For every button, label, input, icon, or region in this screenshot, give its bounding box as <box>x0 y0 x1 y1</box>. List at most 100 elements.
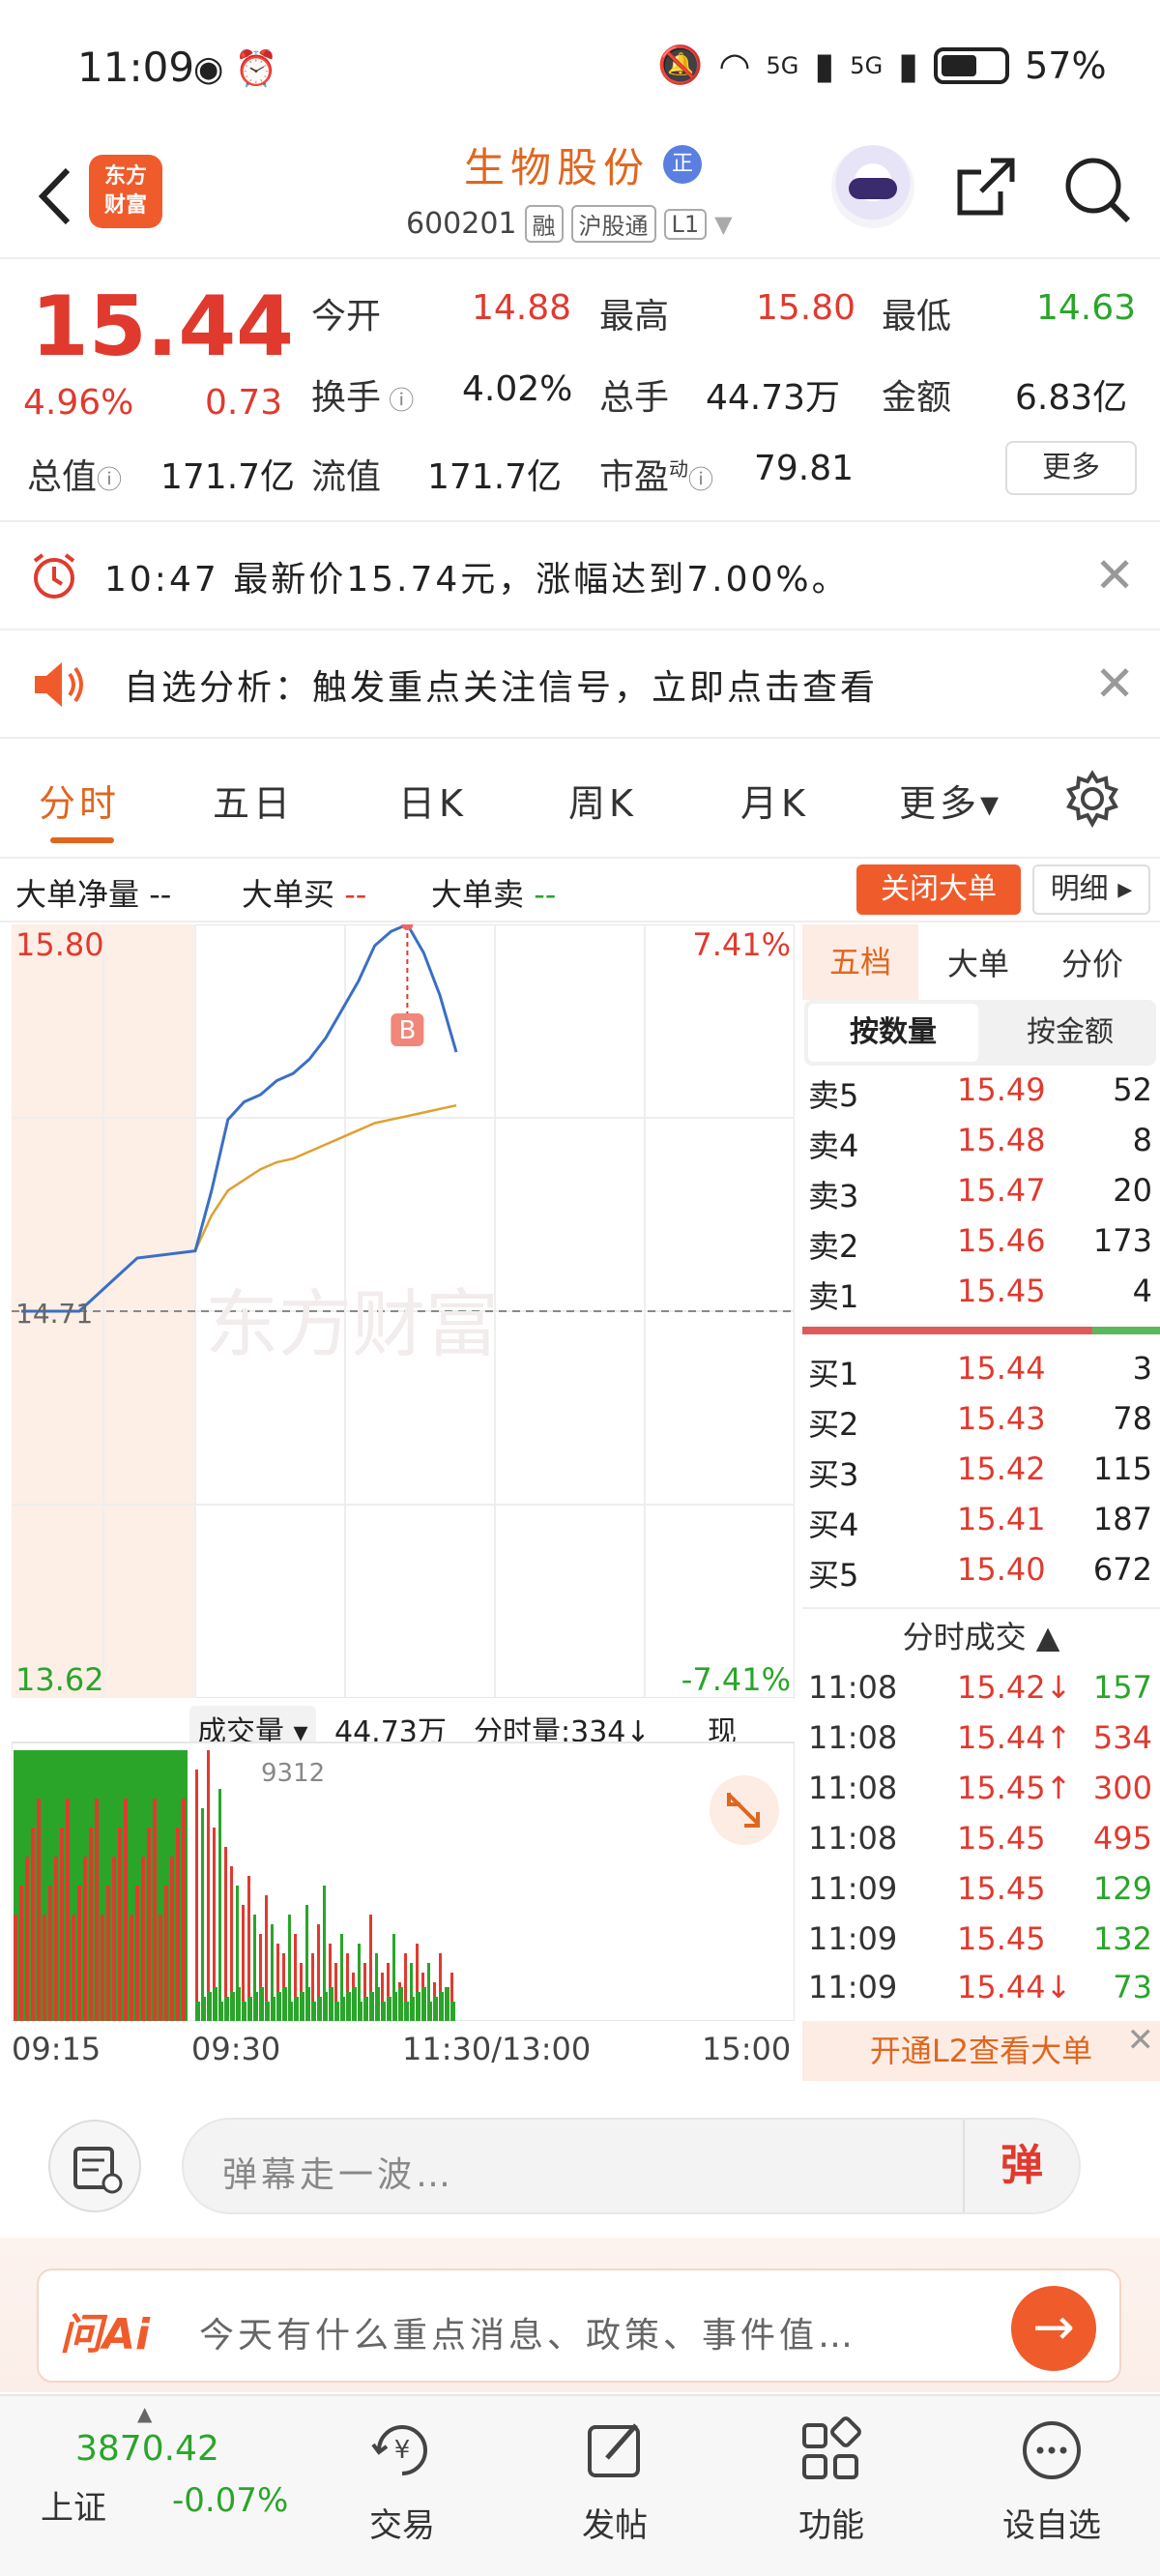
time-label-open: 09:30 <box>191 2031 281 2067</box>
ask-row: 卖3 15.47 20 <box>808 1172 1152 1215</box>
trades-title[interactable]: 分时成交 ▲ <box>802 1613 1160 1657</box>
ai-robot-avatar[interactable] <box>831 145 914 228</box>
close-icon[interactable]: ✕ <box>1094 659 1135 708</box>
eye-icon: ◉ ⏰ <box>193 49 278 89</box>
volume-bar <box>445 1987 450 2021</box>
stock-header: 东方 财富 生物股份 正 600201 融 沪股通 L1 ▼ <box>0 135 1160 259</box>
active-tab-indicator <box>50 837 114 843</box>
index-value[interactable]: 3870.42 <box>75 2429 219 2469</box>
volume-bar <box>207 1750 210 2021</box>
trade-row: 11:09 15.45 132 <box>808 1920 1152 1957</box>
volume-bar <box>282 1987 287 2021</box>
order-book-panel: 五档 大单 分价 按数量 按金额 卖5 15.49 52 卖4 15.48 8 卖3 15… <box>802 924 1160 2081</box>
volume-bar <box>201 1808 204 2021</box>
nav-post[interactable]: 发帖 <box>537 2415 692 2546</box>
tab-weekly-k[interactable]: 周K <box>568 774 637 827</box>
close-icon[interactable]: ✕ <box>1127 2021 1155 2060</box>
analysis-alert-banner[interactable]: 自选分析：触发重点关注信号，立即点击查看 ✕ <box>0 632 1160 739</box>
volume-bar <box>363 1997 368 2021</box>
gear-icon[interactable] <box>1063 770 1121 828</box>
share-icon[interactable] <box>952 153 1020 220</box>
index-name: 上证 <box>41 2489 106 2528</box>
amount-value: 6.83亿 <box>1015 378 1128 418</box>
ask-row: 卖5 15.49 52 <box>808 1071 1152 1114</box>
buy-marker-label: B <box>398 1016 416 1045</box>
market-cap-label: 总值ⓘ <box>27 457 123 497</box>
danmaku-settings-button[interactable] <box>48 2120 141 2212</box>
volume-bar <box>170 1857 174 2021</box>
arrow-right-icon[interactable]: → <box>1011 2286 1096 2371</box>
trade-icon: ¥ <box>371 2425 427 2475</box>
volume-bar <box>130 1915 133 2021</box>
volume-bar <box>427 2002 432 2021</box>
pct-max-label: 7.41% <box>692 926 791 963</box>
high-value: 15.80 <box>756 288 856 328</box>
volume-bar <box>218 2002 223 2021</box>
chart-watermark: 东方财富 <box>205 1281 499 1367</box>
ai-question-input[interactable]: 问Ai 今天有什么重点消息、政策、事件值… → <box>37 2269 1121 2383</box>
search-icon[interactable] <box>1058 151 1136 228</box>
volume-bar <box>25 1857 29 2021</box>
nav-trade[interactable]: ¥ 交易 <box>325 2415 479 2546</box>
stock-code: 600201 <box>406 207 517 241</box>
danmaku-send-button[interactable]: 弹 <box>963 2120 1079 2212</box>
volume-label: 总手 <box>599 378 670 418</box>
open-value: 14.88 <box>472 288 572 328</box>
price-alert-banner[interactable]: 10:47 最新价15.74元，涨幅达到7.00%。 ✕ <box>0 524 1160 630</box>
volume-bar <box>294 1997 299 2021</box>
by-quantity-button[interactable]: 按数量 <box>808 1004 978 1062</box>
float-cap-label: 流值 <box>311 457 382 497</box>
detail-button[interactable]: 明细 ▸ <box>1032 864 1150 915</box>
signal-2-label: 5G <box>850 51 884 79</box>
ask-row: 卖2 15.46 173 <box>808 1222 1152 1265</box>
signal-1-icon: ▮ <box>814 44 835 87</box>
tab-big-orders[interactable]: 大单 <box>947 940 1009 984</box>
close-icon[interactable]: ✕ <box>1094 551 1135 600</box>
tab-price-dist[interactable]: 分价 <box>1061 940 1123 984</box>
stock-name: 生物股份 <box>464 144 651 191</box>
volume-bar <box>164 1886 168 2021</box>
tab-daily-k[interactable]: 日K <box>398 774 467 827</box>
chart-period-tabs: 分时 五日 日K 周K 月K 更多▾ <box>0 745 1160 859</box>
volume-bar <box>83 1857 87 2021</box>
volume-bar <box>381 2002 386 2021</box>
nav-add-watchlist[interactable]: 设自选 <box>974 2415 1129 2546</box>
tab-monthly-k[interactable]: 月K <box>740 774 809 827</box>
volume-bar <box>77 1886 81 2021</box>
danmaku-input[interactable]: 弹幕走一波… 弹 <box>182 2118 1081 2214</box>
by-amount-button[interactable]: 按金额 <box>988 1004 1152 1062</box>
back-arrow-icon[interactable] <box>29 162 87 230</box>
volume-bar <box>218 1789 221 2021</box>
volume-bar <box>43 1915 46 2021</box>
stock-code-row[interactable]: 600201 融 沪股通 L1 ▼ <box>406 205 733 243</box>
volume-bar <box>14 1915 17 2021</box>
bottom-nav: ▲ 3870.42 上证 -0.07% ¥ 交易 发帖 功能 设自选 <box>0 2394 1160 2576</box>
app-logo: 东方 财富 <box>89 155 162 228</box>
close-big-order-button[interactable]: 关闭大单 <box>856 864 1021 915</box>
volume-bar <box>141 1857 145 2021</box>
more-button[interactable]: 更多 <box>1005 441 1137 495</box>
l2-upgrade-banner[interactable]: 开通L2查看大单 ✕ <box>802 2021 1160 2081</box>
volume-bar <box>358 2002 362 2021</box>
net-big-order: 大单净量 -- <box>15 876 172 913</box>
more-dots-icon <box>1023 2421 1081 2479</box>
alarm-clock-icon <box>33 553 75 599</box>
tag-connect: 沪股通 <box>570 205 656 243</box>
volume-bar <box>288 2002 293 2021</box>
nav-functions[interactable]: 功能 <box>754 2415 909 2546</box>
open-label: 今开 <box>311 297 382 337</box>
volume-bar <box>323 1992 328 2021</box>
float-cap-value: 171.7亿 <box>427 457 563 497</box>
y-min-label: 13.62 <box>15 1661 104 1698</box>
tab-intraday[interactable]: 分时 <box>39 774 120 827</box>
mute-icon: 🔕 <box>657 44 704 86</box>
intraday-chart[interactable]: 东方财富 B 15.80 7.41% 14.71 13.62 -7.41% <box>12 924 795 1698</box>
tab-five-day[interactable]: 五日 <box>213 774 294 827</box>
tab-five-levels[interactable]: 五档 <box>802 924 918 1000</box>
high-label: 最高 <box>599 297 670 337</box>
volume-bar <box>242 2002 246 2021</box>
tag-margin: 融 <box>524 205 564 243</box>
title-badge: 正 <box>663 145 702 184</box>
volume-bar <box>329 1987 334 2021</box>
tab-more[interactable]: 更多▾ <box>899 774 1002 827</box>
